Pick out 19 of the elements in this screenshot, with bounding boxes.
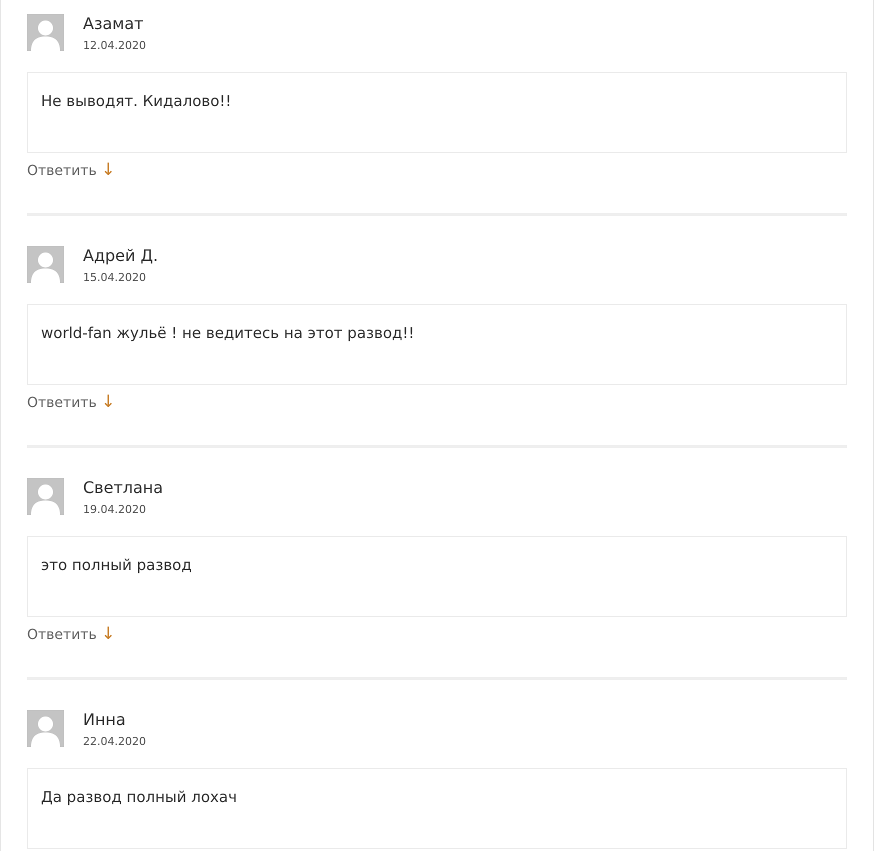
reply-link[interactable]: Ответить ↓ bbox=[27, 392, 116, 413]
comment-text: Не выводят. Кидалово!! bbox=[41, 92, 232, 110]
avatar-icon bbox=[27, 14, 64, 51]
comment-text: Да развод полный лохач bbox=[41, 788, 237, 806]
avatar-icon bbox=[27, 246, 64, 283]
reply-link[interactable]: Ответить ↓ bbox=[27, 624, 116, 645]
author-name: Азамат bbox=[83, 14, 144, 34]
avatar-icon bbox=[27, 478, 64, 515]
comment-date: 15.04.2020 bbox=[83, 271, 147, 285]
reply-link[interactable]: Ответить ↓ bbox=[27, 160, 116, 181]
comment-text: world-fan жульё ! не ведитесь на этот развод!! bbox=[41, 324, 414, 342]
comment-date: 12.04.2020 bbox=[83, 39, 146, 53]
author-name: Адрей Д. bbox=[83, 246, 158, 266]
comment-date: 19.04.2020 bbox=[83, 503, 147, 517]
comment-date: 22.04.2020 bbox=[83, 735, 146, 749]
comment-text: это полный развод bbox=[41, 556, 192, 574]
author-name: Светлана bbox=[83, 478, 164, 498]
avatar-icon bbox=[27, 710, 64, 747]
author-name: Инна bbox=[83, 710, 127, 730]
